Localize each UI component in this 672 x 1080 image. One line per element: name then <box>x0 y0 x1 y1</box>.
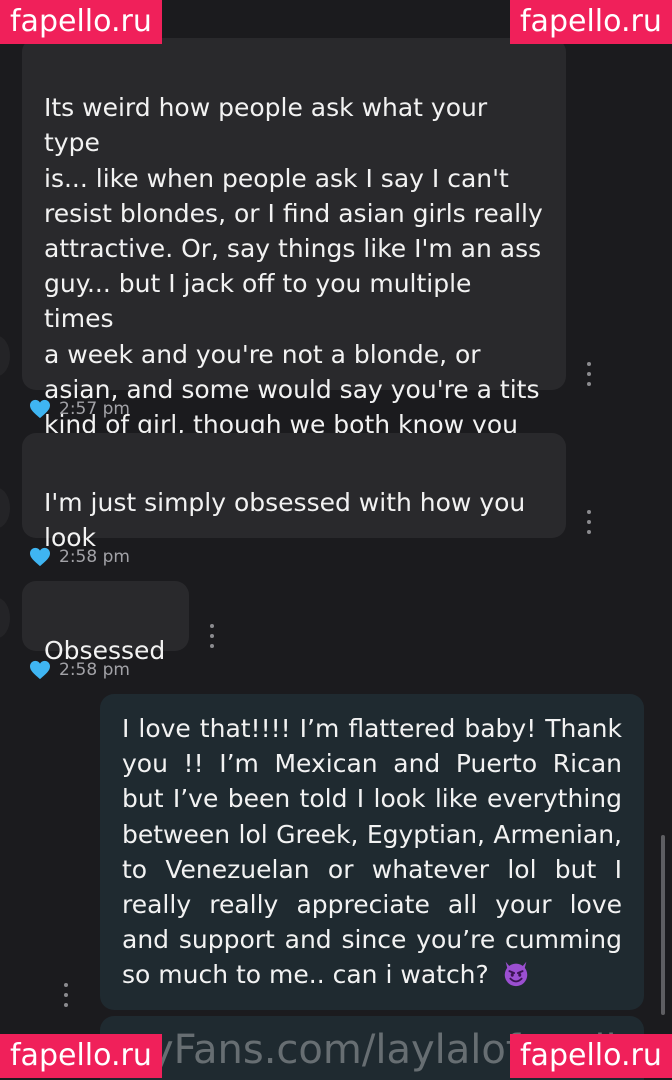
message-options-icon[interactable] <box>63 983 69 1007</box>
message-text: I love that!!!! I’m flattered baby! Than… <box>122 714 622 990</box>
message-meta: 2:58 pm <box>29 660 130 680</box>
liked-heart-icon[interactable] <box>29 660 51 680</box>
watermark-top-left: fapello.ru <box>0 0 162 44</box>
watermark-top-right: fapello.ru <box>510 0 672 44</box>
watermark-bottom-right: fapello.ru <box>510 1034 672 1078</box>
liked-heart-icon[interactable] <box>29 399 51 419</box>
avatar[interactable] <box>0 598 10 638</box>
smiling-imp-emoji-icon <box>504 962 527 987</box>
message-options-icon[interactable] <box>209 624 215 648</box>
message-time: 2:58 pm <box>59 547 130 567</box>
scrollbar[interactable] <box>661 835 665 1015</box>
message-bubble[interactable]: I'm just simply obsessed with how you lo… <box>22 433 566 552</box>
liked-heart-icon[interactable] <box>29 547 51 567</box>
message-bubble[interactable]: I love that!!!! I’m flattered baby! Than… <box>100 694 644 1010</box>
message-options-icon[interactable] <box>586 362 592 386</box>
message-options-icon[interactable] <box>586 510 592 534</box>
message-bubble[interactable]: Its weird how people ask what your type … <box>22 38 566 474</box>
message-time: 2:57 pm <box>59 399 130 419</box>
avatar[interactable] <box>0 336 10 376</box>
message-text: Its weird how people ask what your type … <box>44 93 543 474</box>
avatar[interactable] <box>0 488 10 528</box>
message-meta: 2:58 pm <box>29 547 130 567</box>
message-time: 2:58 pm <box>59 660 130 680</box>
message-text: I'm just simply obsessed with how you lo… <box>44 488 526 553</box>
message-meta: 2:57 pm <box>29 399 130 419</box>
watermark-bottom-left: fapello.ru <box>0 1034 162 1078</box>
message-bubble[interactable]: Obsessed <box>22 581 189 665</box>
